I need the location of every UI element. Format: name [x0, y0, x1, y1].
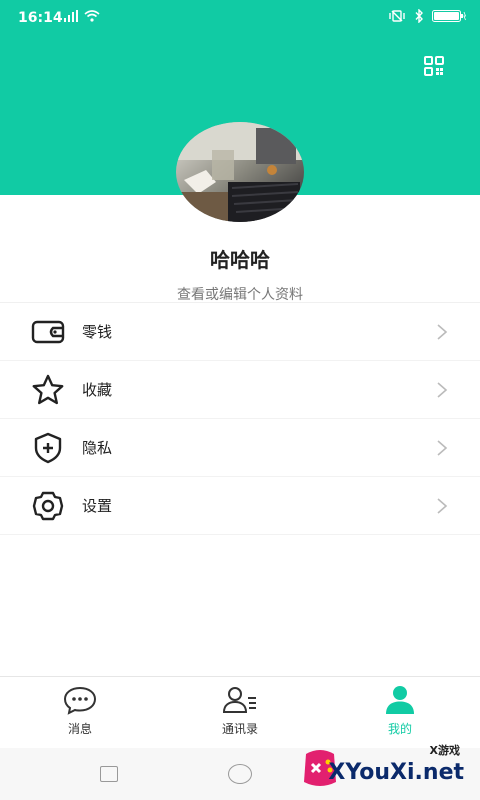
watermark-small-text: X游戏 [429, 744, 460, 757]
chevron-right-icon [436, 322, 448, 342]
tab-contacts[interactable]: 通讯录 [160, 677, 320, 748]
status-right-icons [388, 9, 466, 23]
status-bar: 16:14 [0, 0, 480, 34]
chat-bubble-icon [61, 685, 99, 715]
watermark: X游戏 XYouXi.net [300, 742, 472, 798]
tab-label: 消息 [67, 722, 92, 736]
watermark-site-name: XYouXi.net [328, 760, 464, 785]
star-icon [30, 372, 66, 408]
chevron-right-icon [436, 496, 448, 516]
status-left-icons [64, 10, 100, 22]
chevron-right-icon [436, 438, 448, 458]
tab-messages[interactable]: 消息 [0, 677, 160, 748]
menu-item-label: 隐私 [82, 439, 113, 457]
tab-label: 我的 [387, 722, 412, 736]
menu-item-privacy[interactable]: 隐私 [0, 419, 480, 477]
menu-item-label: 收藏 [82, 381, 113, 399]
qr-code-icon [424, 56, 444, 76]
bluetooth-icon [415, 9, 423, 23]
profile-menu: 零钱 收藏 隐私 设置 [0, 302, 480, 535]
avatar-photo [176, 122, 304, 222]
edit-profile-link[interactable]: 查看或编辑个人资料 [0, 284, 480, 304]
menu-item-wallet[interactable]: 零钱 [0, 303, 480, 361]
qr-code-button[interactable] [424, 56, 444, 76]
menu-item-label: 设置 [82, 497, 113, 515]
signal-icon [64, 10, 78, 22]
avatar[interactable] [176, 122, 304, 222]
vibrate-icon [389, 10, 405, 22]
username: 哈哈哈 [210, 248, 270, 272]
profile-screen: 16:14 哈哈哈 查看或编辑个人资料 零钱 收藏 隐私 设置 消息 通讯录 我… [0, 0, 480, 800]
contacts-icon [221, 685, 259, 715]
person-icon [381, 685, 419, 715]
shield-plus-icon [30, 430, 66, 466]
menu-item-settings[interactable]: 设置 [0, 477, 480, 535]
recents-button[interactable] [100, 766, 118, 782]
status-time: 16:14 [18, 10, 63, 26]
wifi-icon [84, 10, 100, 22]
bottom-tab-bar: 消息 通讯录 我的 [0, 676, 480, 748]
battery-icon [432, 10, 466, 22]
menu-item-favorites[interactable]: 收藏 [0, 361, 480, 419]
wallet-icon [30, 314, 66, 350]
tab-mine[interactable]: 我的 [320, 677, 480, 748]
home-button[interactable] [228, 764, 252, 784]
menu-item-label: 零钱 [82, 323, 113, 341]
tab-label: 通讯录 [221, 722, 258, 736]
chevron-right-icon [436, 380, 448, 400]
gear-icon [30, 488, 66, 524]
